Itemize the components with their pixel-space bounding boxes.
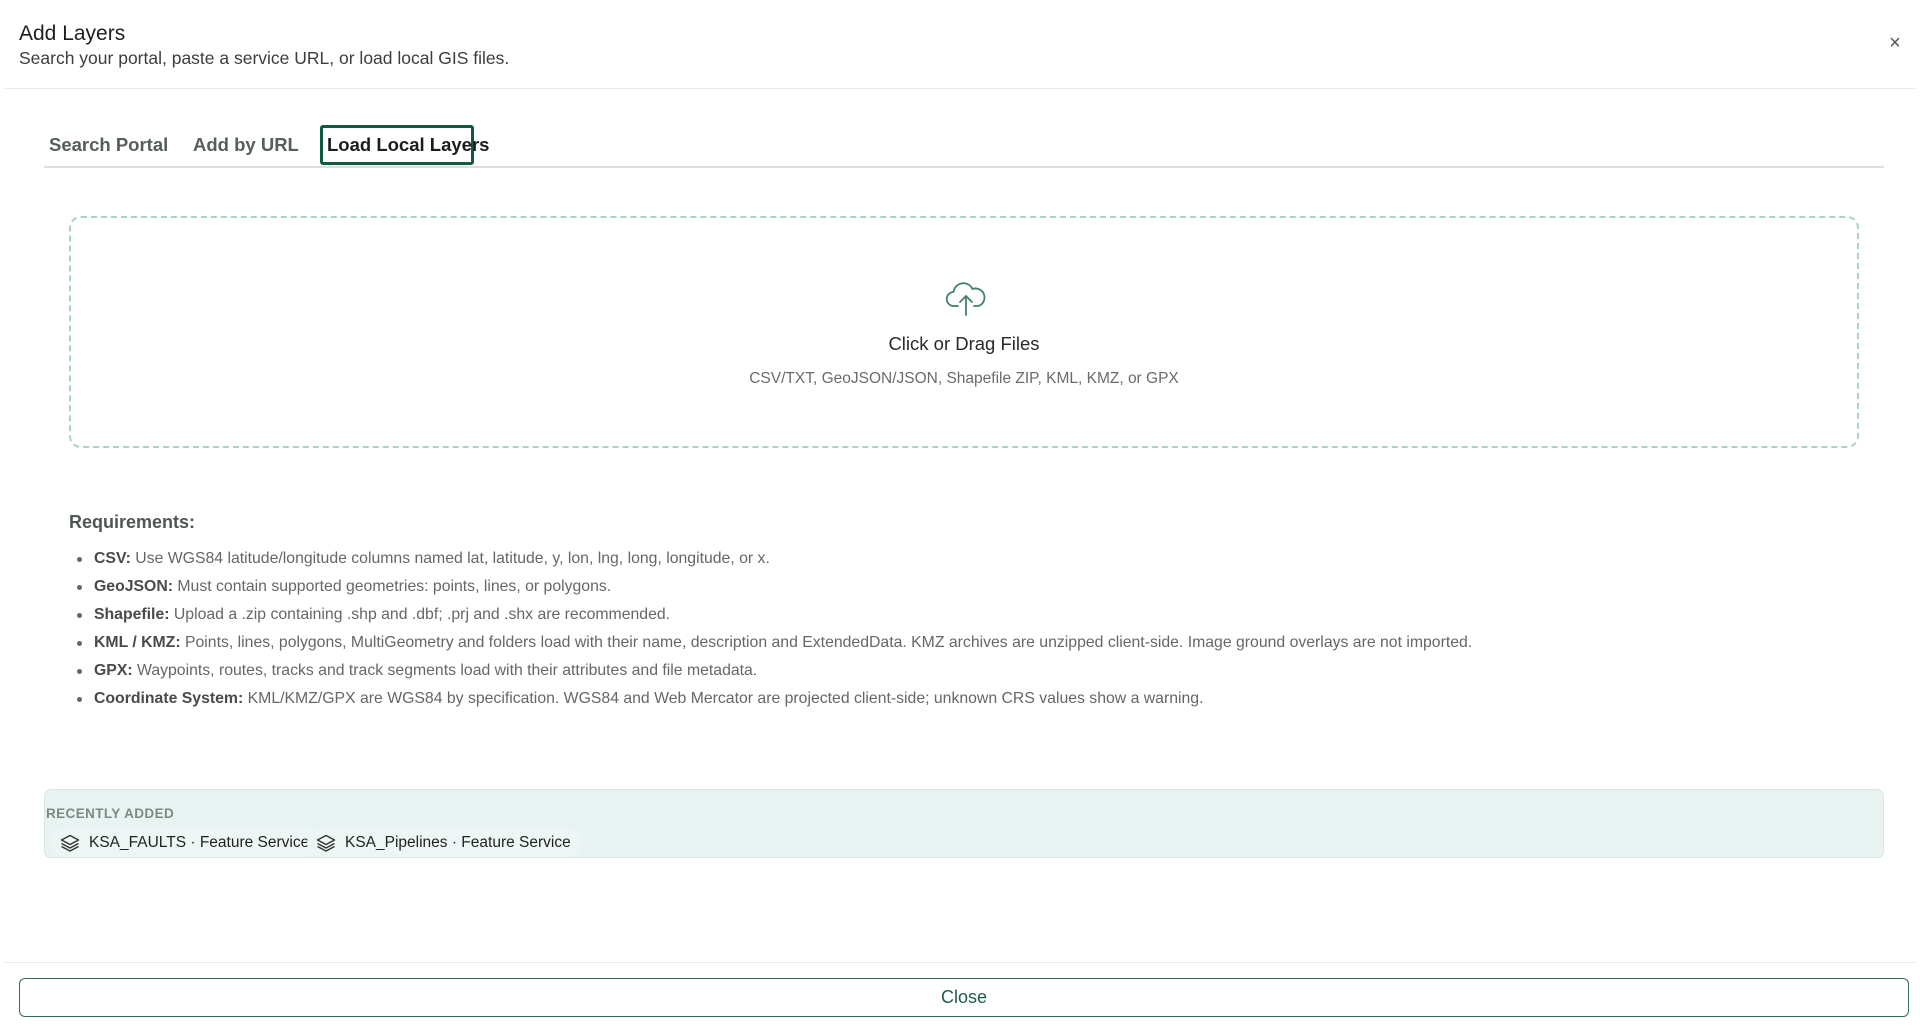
dialog-title: Add Layers	[19, 22, 126, 45]
file-drop-zone[interactable]: Click or Drag Files CSV/TXT, GeoJSON/JSO…	[69, 216, 1859, 448]
list-item: GPX: Waypoints, routes, tracks and track…	[76, 657, 1472, 685]
close-button[interactable]: Close	[19, 978, 1909, 1017]
recent-layer-label: KSA_FAULTS · Feature Service	[89, 834, 310, 851]
recent-layer-label: KSA_Pipelines · Feature Service	[345, 834, 571, 851]
cloud-upload-icon	[945, 282, 986, 316]
requirements-list: CSV: Use WGS84 latitude/longitude column…	[76, 545, 1473, 713]
recent-layer-chip[interactable]: KSA_FAULTS · Feature Service	[51, 829, 320, 857]
close-icon[interactable]: ×	[1884, 32, 1906, 54]
requirement-term: GeoJSON:	[94, 578, 173, 595]
requirement-term: Shapefile:	[94, 606, 170, 623]
dropzone-title: Click or Drag Files	[888, 333, 1040, 354]
requirements-title: Requirements:	[69, 512, 196, 532]
recent-layer-chip[interactable]: KSA_Pipelines · Feature Service	[307, 829, 581, 857]
tab-load-local-layers[interactable]: Load Local Layers	[320, 125, 489, 165]
tab-add-by-url[interactable]: Add by URL	[193, 125, 299, 165]
list-item: Coordinate System: KML/KMZ/GPX are WGS84…	[76, 685, 1472, 713]
tab-bar: Search Portal Add by URL Load Local Laye…	[44, 123, 1884, 168]
add-layers-dialog: Add Layers Search your portal, paste a s…	[0, 0, 1920, 1034]
requirement-term: Coordinate System:	[94, 690, 244, 707]
recently-added-panel: RECENTLY ADDED KSA_FAULTS · Feature Serv…	[44, 789, 1884, 858]
list-item: KML / KMZ: Points, lines, polygons, Mult…	[76, 629, 1473, 657]
requirement-term: CSV:	[94, 550, 131, 567]
layers-icon	[316, 834, 336, 852]
dialog-header: Add Layers Search your portal, paste a s…	[5, 0, 1915, 89]
requirement-term: GPX:	[94, 662, 133, 679]
requirement-text: Points, lines, polygons, MultiGeometry a…	[184, 634, 1473, 651]
recently-added-label: RECENTLY ADDED	[46, 806, 175, 821]
list-item: Shapefile: Upload a .zip containing .shp…	[76, 601, 1472, 629]
requirement-term: KML / KMZ:	[94, 634, 181, 651]
requirement-text: Waypoints, routes, tracks and track segm…	[137, 662, 758, 679]
requirement-text: KML/KMZ/GPX are WGS84 by specification. …	[247, 690, 1204, 707]
footer-divider	[5, 962, 1915, 963]
requirement-text: Must contain supported geometries: point…	[177, 578, 612, 595]
layers-icon	[60, 834, 80, 852]
tab-search-portal[interactable]: Search Portal	[49, 125, 168, 165]
requirement-text: Upload a .zip containing .shp and .dbf; …	[173, 606, 671, 623]
list-item: CSV: Use WGS84 latitude/longitude column…	[76, 545, 1472, 573]
requirement-text: Use WGS84 latitude/longitude columns nam…	[135, 550, 770, 567]
dropzone-formats: CSV/TXT, GeoJSON/JSON, Shapefile ZIP, KM…	[749, 370, 1179, 387]
list-item: GeoJSON: Must contain supported geometri…	[76, 573, 1472, 601]
dialog-subtitle: Search your portal, paste a service URL,…	[19, 48, 510, 68]
